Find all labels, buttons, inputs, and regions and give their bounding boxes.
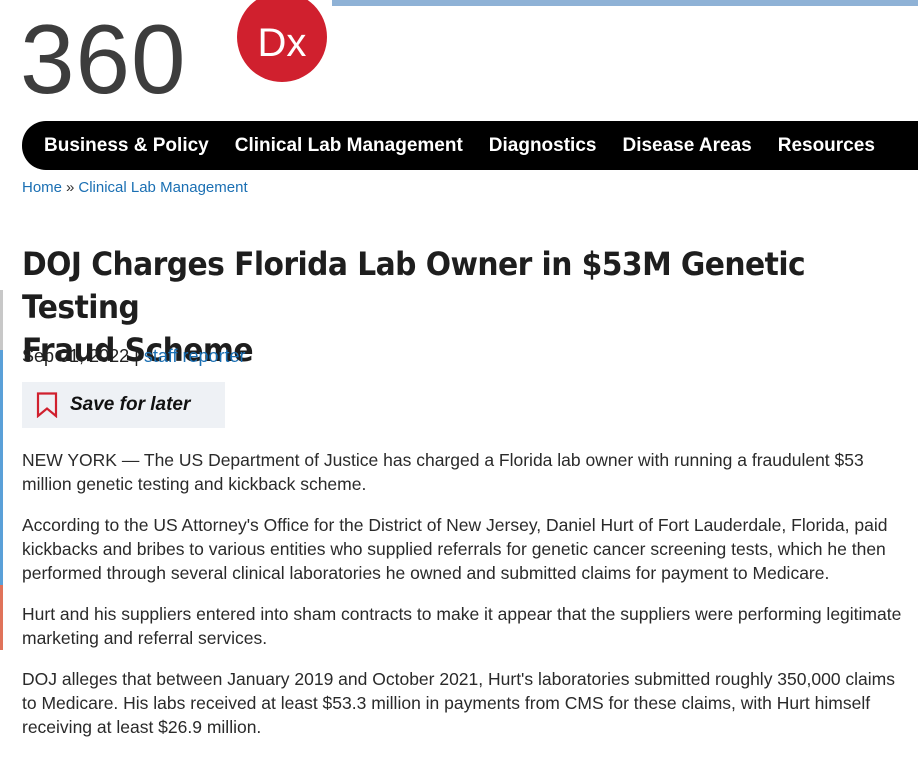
breadcrumb-section-link[interactable]: Clinical Lab Management bbox=[78, 179, 247, 196]
article-paragraph: NEW YORK — The US Department of Justice … bbox=[22, 450, 864, 494]
nav-item-business-policy[interactable]: Business & Policy bbox=[44, 135, 209, 157]
author-link[interactable]: staff reporter bbox=[144, 346, 246, 366]
left-edge-strip bbox=[0, 350, 3, 585]
logo-badge: Dx bbox=[237, 0, 327, 82]
top-accent-bar bbox=[332, 0, 918, 6]
left-edge-strip bbox=[0, 290, 3, 350]
article-paragraph: According to the US Attorney's Office fo… bbox=[22, 515, 888, 583]
nav-item-diagnostics[interactable]: Diagnostics bbox=[489, 135, 597, 157]
main-nav: Business & Policy Clinical Lab Managemen… bbox=[22, 121, 918, 170]
nav-item-resources[interactable]: Resources bbox=[778, 135, 875, 157]
bookmark-icon bbox=[36, 392, 58, 418]
save-for-later-button[interactable]: Save for later bbox=[22, 382, 225, 428]
left-edge-strip bbox=[0, 585, 3, 650]
article-date: Sep 01, 2022 bbox=[22, 346, 130, 366]
article-paragraph: Hurt and his suppliers entered into sham… bbox=[22, 604, 902, 648]
article-byline: Sep 01, 2022 | staff reporter bbox=[22, 346, 246, 367]
article-paragraph: DOJ alleges that between January 2019 an… bbox=[22, 669, 896, 737]
article-body: NEW YORK — The US Department of Justice … bbox=[22, 448, 902, 756]
breadcrumb-separator: » bbox=[66, 179, 75, 196]
logo-number: 360 bbox=[20, 4, 187, 114]
nav-item-disease-areas[interactable]: Disease Areas bbox=[622, 135, 751, 157]
article-title-line: DOJ Charges Florida Lab Owner in $53M Ge… bbox=[22, 245, 806, 326]
byline-divider: | bbox=[134, 346, 139, 366]
save-for-later-label: Save for later bbox=[70, 394, 191, 415]
site-logo[interactable]: 360 Dx bbox=[20, 0, 340, 110]
breadcrumb: Home» Clinical Lab Management bbox=[22, 179, 248, 196]
breadcrumb-home-link[interactable]: Home bbox=[22, 179, 62, 196]
nav-item-clinical-lab-management[interactable]: Clinical Lab Management bbox=[235, 135, 463, 157]
